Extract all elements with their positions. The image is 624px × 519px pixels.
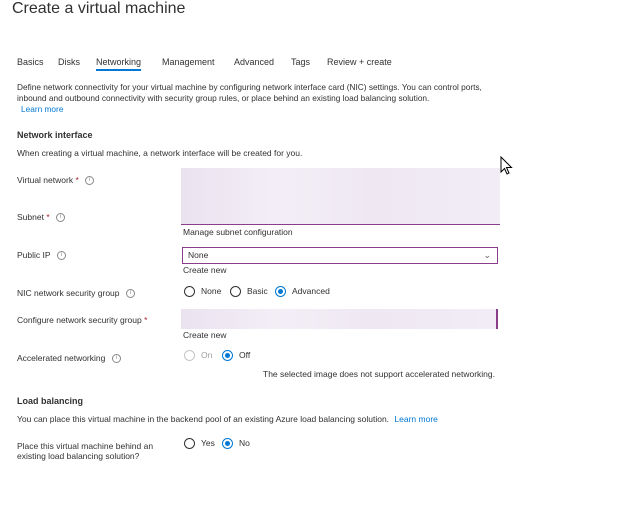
nic-nsg-label: NIC network security group i	[17, 288, 135, 299]
nic-nsg-basic-label: Basic	[247, 286, 268, 296]
tab-basics[interactable]: Basics	[17, 57, 44, 67]
nic-nsg-none-label: None	[201, 286, 222, 296]
load-balancer-no-radio[interactable]	[222, 438, 233, 449]
tab-networking[interactable]: Networking	[96, 57, 142, 71]
nic-nsg-none-radio[interactable]	[184, 286, 195, 297]
info-icon: i	[56, 251, 66, 261]
tab-management[interactable]: Management	[162, 57, 215, 67]
intro-description: Define network connectivity for your vir…	[17, 82, 497, 115]
virtual-network-subnet-redacted-fields[interactable]	[181, 168, 500, 225]
tab-disks[interactable]: Disks	[58, 57, 80, 67]
load-balancing-learn-more-link[interactable]: Learn more	[394, 414, 437, 424]
load-balancer-question: Place this virtual machine behind an exi…	[17, 441, 153, 461]
public-ip-dropdown[interactable]: None ⌄	[182, 247, 498, 264]
load-balancer-yes-label: Yes	[201, 438, 215, 448]
info-icon: i	[111, 354, 121, 364]
load-balancer-no-label: No	[239, 438, 250, 448]
accel-note: The selected image does not support acce…	[263, 369, 495, 379]
public-ip-create-new-link[interactable]: Create new	[183, 265, 226, 275]
public-ip-value: None	[188, 250, 209, 260]
public-ip-label: Public IP i	[17, 250, 66, 261]
tab-advanced[interactable]: Advanced	[234, 57, 274, 67]
nic-nsg-basic-radio[interactable]	[230, 286, 241, 297]
subnet-label-text: Subnet	[17, 212, 44, 222]
subnet-label: Subnet * i	[17, 212, 66, 223]
intro-learn-more-link[interactable]: Learn more	[21, 104, 63, 114]
manage-subnet-link[interactable]: Manage subnet configuration	[183, 227, 293, 237]
load-balancer-question-line2: existing load balancing solution?	[17, 451, 140, 461]
load-balancer-question-line1: Place this virtual machine behind an	[17, 441, 154, 451]
accel-on-label: On	[201, 350, 213, 360]
virtual-network-label-text: Virtual network	[17, 175, 74, 185]
mouse-pointer-icon	[500, 155, 514, 181]
tab-review-create[interactable]: Review + create	[327, 57, 392, 67]
configure-nsg-redacted-field[interactable]	[181, 309, 498, 329]
network-interface-heading: Network interface	[17, 130, 93, 140]
nic-nsg-advanced-radio[interactable]	[275, 286, 286, 297]
tab-tags[interactable]: Tags	[291, 57, 310, 67]
info-icon: i	[56, 213, 66, 223]
virtual-network-label: Virtual network * i	[17, 175, 95, 186]
nic-nsg-advanced-label: Advanced	[292, 286, 330, 296]
configure-nsg-label: Configure network security group *	[17, 315, 147, 325]
required-mark: *	[46, 212, 50, 222]
accelerated-networking-label-text: Accelerated networking	[17, 353, 106, 363]
network-interface-subtext: When creating a virtual machine, a netwo…	[17, 148, 303, 158]
intro-text: Define network connectivity for your vir…	[17, 82, 482, 103]
info-icon: i	[85, 176, 95, 186]
load-balancing-heading: Load balancing	[17, 396, 84, 406]
accel-off-label: Off	[239, 350, 251, 360]
load-balancing-description: You can place this virtual machine in th…	[17, 414, 390, 424]
load-balancer-yes-radio[interactable]	[184, 438, 195, 449]
nic-nsg-label-text: NIC network security group	[17, 288, 120, 298]
configure-nsg-create-new-link[interactable]: Create new	[183, 330, 226, 340]
required-mark: *	[144, 315, 148, 325]
configure-nsg-label-text: Configure network security group	[17, 315, 142, 325]
page-title: Create a virtual machine	[12, 0, 186, 17]
public-ip-label-text: Public IP	[17, 250, 51, 260]
load-balancing-text: You can place this virtual machine in th…	[17, 414, 438, 424]
info-icon: i	[125, 289, 135, 299]
accelerated-networking-label: Accelerated networking i	[17, 353, 121, 364]
required-mark: *	[75, 175, 79, 185]
chevron-down-icon: ⌄	[483, 250, 491, 260]
accel-on-radio[interactable]	[184, 350, 195, 361]
accel-off-radio[interactable]	[222, 350, 233, 361]
